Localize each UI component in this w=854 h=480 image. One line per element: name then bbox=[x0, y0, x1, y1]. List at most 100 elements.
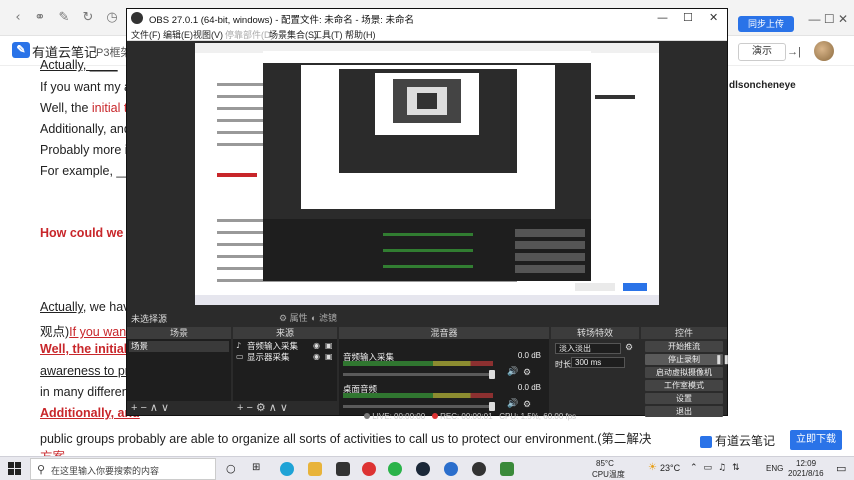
sources-dock: 来源 音频输入采集 显示器采集 ♪ ▭ ◉ ▣ ◉ ▣ +−⚙∧∨ bbox=[233, 327, 337, 415]
menu-tools[interactable]: 工具(T) bbox=[313, 28, 343, 41]
exit-button[interactable]: 退出 bbox=[645, 406, 723, 417]
visibility-eye-icon[interactable]: ◉ bbox=[313, 341, 320, 350]
close-icon[interactable]: ✕ bbox=[709, 11, 718, 24]
gear-icon[interactable]: ⚙ bbox=[523, 367, 531, 378]
input-language[interactable]: ENG bbox=[766, 464, 783, 473]
doc-line: Well, the initial t bbox=[40, 101, 128, 115]
mixer-dock: 混音器 音频输入采集 0.0 dB 🔊 ⚙ 桌面音频 0.0 dB 🔊 ⚙ bbox=[339, 327, 549, 415]
clock-date[interactable]: 2021/8/16 bbox=[788, 469, 824, 478]
source-item-audio-input[interactable]: 音频输入采集 bbox=[235, 341, 335, 352]
obs-taskbar-icon[interactable] bbox=[472, 462, 486, 476]
task-view-icon[interactable]: ○ bbox=[226, 462, 240, 476]
cpu-usage: CPU: 1.5%, 60.00 fps bbox=[499, 412, 577, 421]
speaker-icon[interactable]: 🔊 bbox=[507, 367, 518, 377]
weather-temperature[interactable]: 23°C bbox=[660, 463, 680, 473]
download-button[interactable]: 立即下载 bbox=[790, 430, 842, 450]
lock-icon[interactable]: ▣ bbox=[325, 352, 333, 361]
remove-icon[interactable]: − bbox=[246, 402, 255, 414]
maximize-icon[interactable]: ☐ bbox=[683, 11, 693, 24]
start-virtual-camera-button[interactable]: 启动虚拟摄像机 bbox=[645, 367, 723, 378]
menubar: 文件(F) 编辑(E) 视图(V) 停靠部件(D) 场景集合(S) 工具(T) … bbox=[127, 27, 727, 41]
netease-music-icon[interactable] bbox=[362, 462, 376, 476]
edit-icon[interactable]: ✎ bbox=[56, 10, 72, 26]
move-down-icon[interactable]: ∨ bbox=[280, 402, 291, 414]
present-button[interactable]: 演示 bbox=[738, 43, 786, 61]
scenes-toolbar: +−∧∨ bbox=[131, 401, 172, 414]
scenes-list[interactable]: 场景 bbox=[127, 339, 231, 401]
settings-icon[interactable]: ⚙ bbox=[256, 402, 269, 414]
duration-input[interactable]: 300 ms bbox=[571, 357, 625, 368]
studio-mode-button[interactable]: 工作室模式 bbox=[645, 380, 723, 391]
obs-titlebar[interactable]: OBS 27.0.1 (64-bit, windows) - 配置文件: 未命名… bbox=[127, 9, 727, 27]
visibility-eye-icon[interactable]: ◉ bbox=[313, 352, 320, 361]
window-controls[interactable]: — ☐ ✕ bbox=[809, 12, 848, 26]
ad-logo: 有道云笔记 bbox=[700, 432, 775, 449]
menu-edit[interactable]: 编辑(E) bbox=[163, 28, 193, 41]
menu-file[interactable]: 文件(F) bbox=[131, 28, 161, 41]
volume-slider-knob[interactable] bbox=[489, 402, 495, 411]
file-explorer-icon[interactable] bbox=[308, 462, 322, 476]
properties-button[interactable]: ⚙ 属性 bbox=[279, 311, 308, 324]
doc-line: Actually, we hav bbox=[40, 300, 130, 314]
wechat-icon[interactable] bbox=[388, 462, 402, 476]
volume-slider-knob[interactable] bbox=[489, 370, 495, 379]
menu-docks[interactable]: 停靠部件(D) bbox=[225, 28, 274, 41]
stop-recording-button[interactable]: 停止录制 bbox=[645, 354, 723, 365]
edge-icon[interactable] bbox=[280, 462, 294, 476]
doc-line: For example, ___ bbox=[40, 164, 138, 178]
settings-button[interactable]: 设置 bbox=[645, 393, 723, 404]
windows-start-icon[interactable] bbox=[8, 462, 22, 476]
volume-slider[interactable] bbox=[343, 405, 493, 408]
sync-button[interactable]: 同步上传 bbox=[738, 16, 794, 32]
exit-icon[interactable]: →| bbox=[784, 43, 804, 61]
taskbar-search[interactable]: ⚲ 在这里输入你要搜索的内容 bbox=[30, 458, 216, 480]
doc-line: Probably more i bbox=[40, 143, 128, 157]
minimize-icon[interactable]: — bbox=[657, 11, 668, 24]
transitions-dock: 转场特效 淡入淡出 ⚙ 时长 300 ms bbox=[551, 327, 639, 415]
app-icon[interactable] bbox=[500, 462, 514, 476]
scenes-header: 场景 bbox=[127, 327, 231, 339]
move-up-icon[interactable]: ∧ bbox=[269, 402, 280, 414]
lock-icon[interactable]: ▣ bbox=[325, 341, 333, 350]
tray-icons[interactable]: ⌃▭♫⇅ bbox=[690, 463, 746, 473]
duration-label: 时长 bbox=[555, 360, 571, 369]
remove-icon[interactable]: − bbox=[140, 402, 149, 414]
preview-canvas[interactable] bbox=[195, 43, 659, 305]
source-item-display-capture[interactable]: 显示器采集 bbox=[235, 352, 335, 363]
app-icon[interactable] bbox=[444, 462, 458, 476]
menu-scene-collection[interactable]: 场景集合(S) bbox=[269, 28, 317, 41]
move-down-icon[interactable]: ∨ bbox=[161, 402, 172, 414]
avatar[interactable] bbox=[814, 41, 834, 61]
notification-icon[interactable]: ▭ bbox=[836, 462, 846, 475]
volume-slider[interactable] bbox=[343, 373, 493, 376]
widgets-icon[interactable]: ⊞ bbox=[252, 462, 266, 476]
menu-view[interactable]: 视图(V) bbox=[193, 28, 223, 41]
filters-button[interactable]: ◐ 滤镜 bbox=[311, 311, 337, 324]
scene-item[interactable]: 场景 bbox=[129, 341, 229, 352]
transition-select[interactable]: 淡入淡出 bbox=[555, 343, 621, 354]
doc-line: public groups probably are able to organ… bbox=[40, 432, 652, 446]
doc-line: Additionally, and bbox=[40, 406, 140, 420]
speaker-icon[interactable]: 🔊 bbox=[507, 399, 518, 409]
back-icon[interactable]: ‹ bbox=[10, 10, 26, 26]
menu-help[interactable]: 帮助(H) bbox=[345, 28, 376, 41]
pause-icon[interactable]: ❚❚ bbox=[715, 354, 730, 365]
live-icon bbox=[364, 413, 370, 419]
sources-toolbar: +−⚙∧∨ bbox=[237, 401, 291, 414]
gear-icon[interactable]: ⚙ bbox=[625, 342, 633, 353]
history-icon[interactable]: ◷ bbox=[104, 10, 120, 26]
clock-time[interactable]: 12:09 bbox=[796, 459, 816, 468]
link-icon[interactable]: ⚭ bbox=[32, 10, 48, 26]
no-source-selected-label: 未选择源 bbox=[131, 314, 168, 324]
move-up-icon[interactable]: ∧ bbox=[150, 402, 161, 414]
gear-icon[interactable]: ⚙ bbox=[523, 399, 531, 410]
store-icon[interactable] bbox=[336, 462, 350, 476]
refresh-icon[interactable]: ↻ bbox=[80, 10, 96, 26]
doc-heading: How could we c bbox=[40, 226, 134, 240]
start-streaming-button[interactable]: 开始推流 bbox=[645, 341, 723, 352]
steam-icon[interactable] bbox=[416, 462, 430, 476]
sources-list[interactable]: 音频输入采集 显示器采集 ♪ ▭ ◉ ▣ ◉ ▣ bbox=[233, 339, 337, 401]
volume-meter bbox=[343, 361, 493, 366]
live-timer: LIVE: 00:00:00 bbox=[372, 412, 426, 421]
doc-line: awareness to pr bbox=[40, 364, 129, 378]
